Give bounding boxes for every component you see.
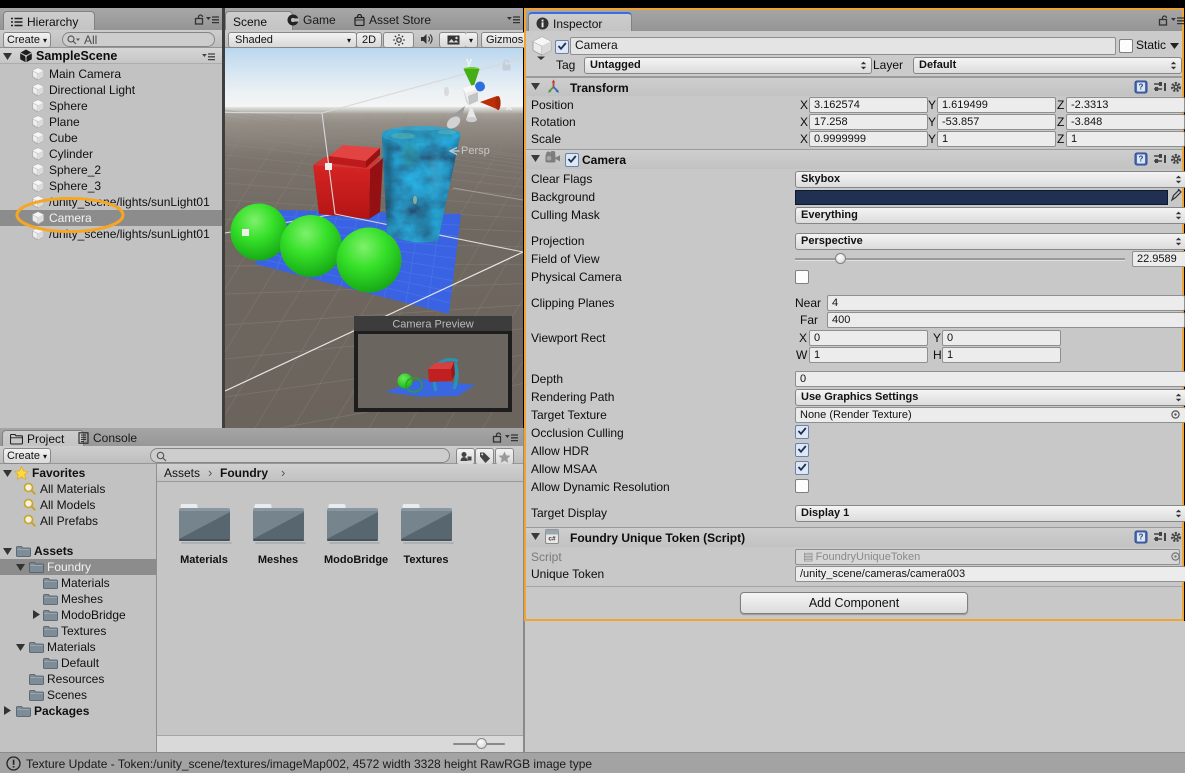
svg-text:z: z — [477, 72, 482, 83]
svg-text:y: y — [466, 56, 473, 68]
svg-text:c#: c# — [548, 536, 556, 543]
svg-text:x: x — [506, 101, 513, 113]
svg-text:?: ? — [1139, 83, 1144, 92]
svg-text:?: ? — [1139, 533, 1144, 542]
svg-text:?: ? — [1139, 155, 1144, 164]
svg-text:Persp: Persp — [461, 145, 490, 157]
svg-text:Camera Preview: Camera Preview — [392, 319, 473, 331]
